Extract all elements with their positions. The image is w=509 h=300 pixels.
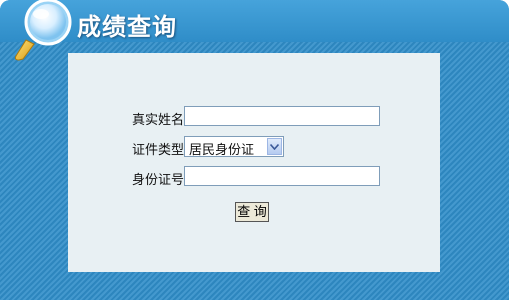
- id-type-selected-value: 居民身份证: [189, 142, 255, 157]
- page-title: 成绩查询: [77, 13, 177, 41]
- chevron-down-icon[interactable]: [267, 138, 282, 155]
- id-type-label: 证件类型: [131, 142, 184, 157]
- name-label: 真实姓名: [131, 112, 184, 127]
- id-type-select[interactable]: 居民身份证: [184, 136, 284, 157]
- name-input[interactable]: [184, 106, 380, 126]
- id-number-label: 身份证号: [131, 172, 184, 187]
- query-form-panel: 真实姓名 证件类型 居民身份证 身份证号 查 询: [68, 53, 440, 272]
- query-frame: 成绩查询 真实姓名 证件类型 居民身份证 身份证号 查 询: [0, 0, 509, 300]
- query-button[interactable]: 查 询: [235, 202, 269, 222]
- id-number-input[interactable]: [184, 166, 380, 186]
